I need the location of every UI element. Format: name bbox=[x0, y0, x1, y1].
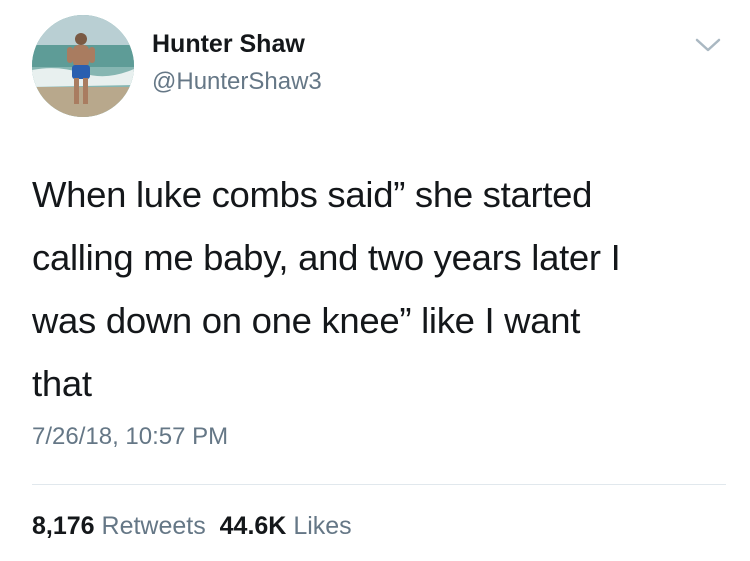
tweet-text-line: that bbox=[32, 363, 92, 404]
tweet-text-line: calling me baby, and two years later I bbox=[32, 237, 621, 278]
retweets-stat[interactable]: 8,176 Retweets bbox=[32, 512, 206, 540]
chevron-down-icon[interactable] bbox=[693, 34, 723, 56]
tweet-text: When luke combs said” she started callin… bbox=[32, 163, 722, 415]
divider bbox=[32, 484, 726, 485]
author-handle[interactable]: @HunterShaw3 bbox=[152, 68, 322, 96]
tweet-timestamp[interactable]: 7/26/18, 10:57 PM bbox=[32, 423, 228, 451]
retweets-label: Retweets bbox=[101, 512, 206, 540]
likes-label: Likes bbox=[293, 512, 352, 540]
profile-photo-icon bbox=[32, 15, 134, 117]
retweets-count: 8,176 bbox=[32, 512, 95, 540]
likes-count: 44.6K bbox=[219, 512, 287, 540]
likes-stat[interactable]: 44.6K Likes bbox=[220, 512, 352, 540]
tweet-text-line: When luke combs said” she started bbox=[32, 174, 593, 215]
avatar[interactable] bbox=[32, 15, 134, 117]
tweet-text-line: was down on one knee” like I want bbox=[32, 300, 581, 341]
tweet-card: Hunter Shaw @HunterShaw3 When luke combs… bbox=[0, 0, 750, 561]
author-display-name[interactable]: Hunter Shaw bbox=[152, 30, 305, 59]
tweet-stats: 8,176 Retweets 44.6K Likes bbox=[32, 512, 352, 541]
